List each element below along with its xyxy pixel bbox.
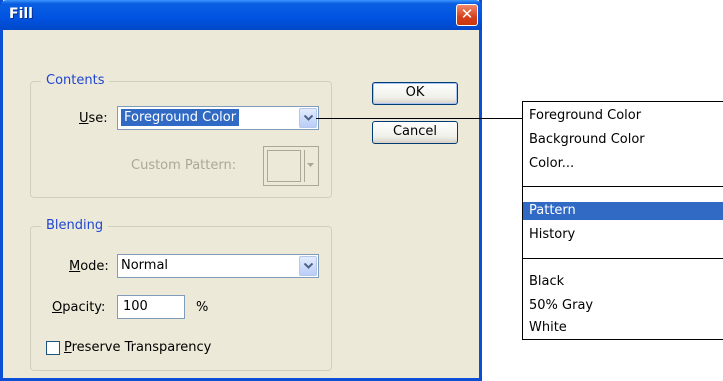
- opacity-value: 100: [123, 299, 148, 314]
- option-history[interactable]: History: [529, 226, 575, 244]
- blending-legend: Blending: [41, 218, 109, 233]
- option-pattern[interactable]: Pattern: [523, 202, 723, 220]
- fill-dialog: Fill ✕ Contents Use: Foreground Color Cu…: [0, 0, 482, 381]
- dialog-title: Fill: [9, 6, 33, 22]
- custom-pattern-label: Custom Pattern:: [131, 158, 237, 173]
- pattern-swatch: [267, 150, 301, 182]
- close-icon: ✕: [460, 5, 474, 23]
- opacity-label: Opacity:: [52, 300, 106, 315]
- custom-pattern-picker: [263, 146, 319, 186]
- opacity-unit: %: [196, 300, 209, 315]
- opacity-input[interactable]: 100: [117, 295, 185, 319]
- pattern-dropdown-button: [304, 150, 316, 182]
- chevron-down-icon: [307, 163, 314, 167]
- cancel-button[interactable]: Cancel: [372, 121, 458, 144]
- mode-dropdown-button[interactable]: [299, 256, 317, 276]
- use-dropdown-button[interactable]: [299, 108, 317, 128]
- use-value: Foreground Color: [121, 109, 240, 126]
- preserve-transparency-label[interactable]: Preserve Transparency: [64, 340, 211, 355]
- use-label: Use:: [79, 111, 108, 126]
- preserve-transparency-checkbox[interactable]: [46, 341, 60, 355]
- option-black[interactable]: Black: [529, 273, 564, 291]
- title-bar[interactable]: Fill ✕: [0, 0, 482, 30]
- option-white[interactable]: White: [529, 319, 567, 337]
- chevron-down-icon: [304, 115, 313, 121]
- option-color[interactable]: Color...: [529, 155, 574, 173]
- mode-value: Normal: [121, 258, 169, 273]
- option-foreground-color[interactable]: Foreground Color: [529, 107, 641, 125]
- option-background-color[interactable]: Background Color: [529, 131, 645, 149]
- callout-line: [316, 118, 522, 119]
- option-50-gray[interactable]: 50% Gray: [529, 297, 593, 315]
- contents-legend: Contents: [41, 73, 110, 88]
- use-combobox[interactable]: Foreground Color: [117, 106, 319, 130]
- separator: [523, 258, 723, 259]
- close-button[interactable]: ✕: [456, 4, 478, 26]
- mode-label: Mode:: [69, 259, 109, 274]
- chevron-down-icon: [304, 263, 313, 269]
- separator: [523, 186, 723, 187]
- use-dropdown-list: Foreground Color Background Color Color.…: [522, 101, 723, 340]
- ok-button[interactable]: OK: [372, 82, 458, 105]
- mode-combobox[interactable]: Normal: [117, 254, 319, 278]
